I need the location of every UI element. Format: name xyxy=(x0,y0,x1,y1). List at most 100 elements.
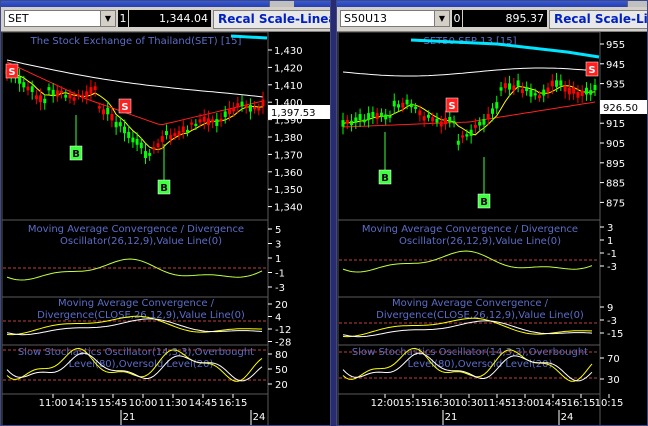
time-axis-label: 14:45 xyxy=(189,398,218,409)
candle-body xyxy=(177,131,181,136)
chevron-down-icon[interactable]: ▼ xyxy=(100,11,115,26)
left-recal-scale-button[interactable]: Recal Scale-Linear xyxy=(213,10,330,29)
macd-oscillator-tick-label: 5 xyxy=(275,225,281,236)
left-chart-canvas[interactable]: The Stock Exchange of Thailand(SET) [15]… xyxy=(1,32,331,426)
candle-body xyxy=(444,118,448,125)
candle-body xyxy=(354,117,358,123)
candle-body xyxy=(401,102,405,108)
left-chart-toolbar: SET ▼ 1 1,344.04 Recal Scale-Linear xyxy=(1,7,330,32)
macd-oscillator-tick-label: 3 xyxy=(275,240,281,251)
y-tick-label: 1,430 xyxy=(274,46,303,57)
macd-divergence-tick-label: 4 xyxy=(275,313,281,324)
time-axis-label: 12:00 xyxy=(371,398,400,409)
ma-white-line xyxy=(6,59,264,98)
candle-body xyxy=(131,137,135,143)
y-tick-label: 1,410 xyxy=(274,81,303,92)
candle-body xyxy=(102,109,106,115)
right-chart-toolbar: S50U13 ▼ 0 895.37 Recal Scale-Linea xyxy=(337,7,647,32)
macd-oscillator-tick-label: 1 xyxy=(275,254,281,265)
macd-divergence-tick-label: -3 xyxy=(607,316,617,327)
right-chart-canvas[interactable]: SET50 SEP 13 [15]95594593592591590589588… xyxy=(337,32,648,426)
candle-body xyxy=(461,135,465,138)
candle-body xyxy=(194,123,198,126)
candle-body xyxy=(190,122,194,125)
y-tick-label: 1,340 xyxy=(274,203,303,214)
stochastics-tick-label: 30 xyxy=(607,375,620,386)
sell-signal-label: S xyxy=(8,67,15,78)
candle-body xyxy=(169,135,173,140)
candle-body xyxy=(520,89,524,94)
candle-body xyxy=(593,84,597,91)
time-axis-label: 10:30 xyxy=(455,398,484,409)
candle-body xyxy=(173,133,177,136)
right-chart-window: S50U13 ▼ 0 895.37 Recal Scale-Linea SET5… xyxy=(336,0,648,426)
candle-body xyxy=(465,134,469,137)
y-tick-label: 905 xyxy=(606,139,625,150)
macd-divergence-title: Moving Average Convergence / xyxy=(392,298,549,309)
macd-oscillator-line xyxy=(6,258,263,281)
candle-body xyxy=(418,110,422,116)
candle-body xyxy=(409,103,413,108)
left-symbol-select[interactable]: SET ▼ xyxy=(4,10,116,27)
macd-oscillator-tick-label: -1 xyxy=(275,269,285,280)
time-axis-label: 16:15 xyxy=(567,398,596,409)
time-axis-label: 13:00 xyxy=(511,398,540,409)
candle-body xyxy=(448,116,452,123)
candle-body xyxy=(257,107,261,111)
sell-signal-label: S xyxy=(448,101,455,112)
candle-body xyxy=(47,87,51,91)
candle-body xyxy=(22,82,26,88)
candle-body xyxy=(110,113,114,121)
candle-body xyxy=(211,119,215,123)
candle-body xyxy=(499,87,503,91)
right-recal-scale-button[interactable]: Recal Scale-Linea xyxy=(549,10,647,29)
candle-body xyxy=(550,80,554,87)
candle-body xyxy=(60,90,64,93)
macd-divergence-tick-label: -15 xyxy=(607,329,623,340)
chevron-down-icon[interactable]: ▼ xyxy=(434,11,449,26)
candle-body xyxy=(68,93,72,99)
candle-body xyxy=(426,114,430,118)
candle-body xyxy=(152,147,156,150)
stochastics-tick-label: 50 xyxy=(275,365,288,376)
candle-body xyxy=(537,95,541,99)
right-last-price: 895.37 xyxy=(463,10,547,27)
y-tick-label: 935 xyxy=(606,80,625,91)
y-tick-label: 875 xyxy=(606,198,625,209)
buy-signal-label: B xyxy=(72,149,80,160)
candle-body xyxy=(358,114,362,121)
slow-stochastics-title: Slow Stochastics Oscillator(14,3,3),Over… xyxy=(18,347,254,358)
candle-body xyxy=(139,142,143,149)
time-axis-label: 10:00 xyxy=(129,398,158,409)
ma-white-line xyxy=(342,67,596,77)
time-axis-label: 14:15 xyxy=(69,398,98,409)
candle-body xyxy=(232,107,236,112)
candle-body xyxy=(508,83,512,90)
candle-body xyxy=(439,121,443,127)
candle-body xyxy=(227,108,231,115)
current-price-tag: 926.50 xyxy=(603,103,638,114)
right-mini-field: 0 xyxy=(452,10,462,27)
candle-body xyxy=(563,85,567,92)
time-axis-label: 11:30 xyxy=(159,398,188,409)
time-axis-label: 11:45 xyxy=(483,398,512,409)
macd-divergence-subtitle: Divergence(CLOSE,26,12,9),Value Line(0) xyxy=(376,310,584,321)
candle-body xyxy=(39,95,43,103)
candle-body xyxy=(452,121,456,124)
left-last-price: 1,344.04 xyxy=(129,10,211,27)
macd-oscillator-title: Moving Average Convergence / Divergence xyxy=(362,224,578,235)
candle-body xyxy=(72,97,76,101)
right-symbol-select[interactable]: S50U13 ▼ xyxy=(340,10,450,27)
y-tick-label: 1,420 xyxy=(274,63,303,74)
time-axis-label: 10:15 xyxy=(595,398,624,409)
candle-body xyxy=(584,87,588,95)
macd-divergence-tick-label: 9 xyxy=(607,303,613,314)
buy-signal-label: B xyxy=(381,173,389,184)
y-tick-label: 885 xyxy=(606,179,625,190)
candle-body xyxy=(435,118,439,123)
candle-body xyxy=(576,91,580,98)
candle-body xyxy=(350,120,354,126)
main-chart-title: The Stock Exchange of Thailand(SET) [15] xyxy=(30,36,242,47)
candle-body xyxy=(422,116,426,121)
candle-body xyxy=(253,106,257,110)
